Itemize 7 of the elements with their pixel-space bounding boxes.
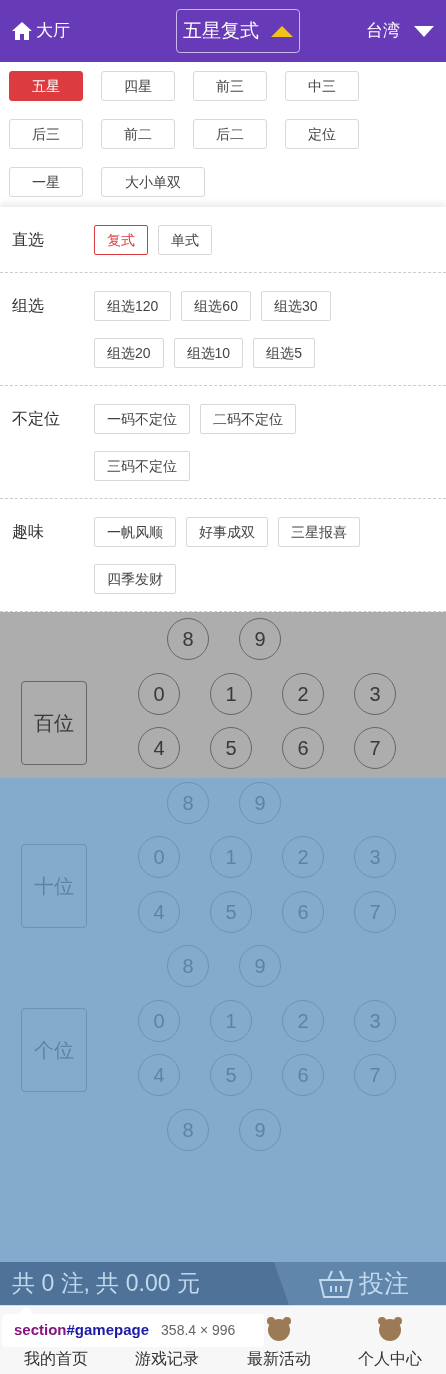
menu-group-label: 直选 (12, 230, 45, 250)
menu-group-label: 组选 (12, 296, 45, 316)
element-size: 358.4 × 996 (161, 1321, 236, 1340)
element-selector: section#gamepage (14, 1320, 150, 1341)
bet-summary: 共 0 注, 共 0.00 元 (11, 1269, 200, 1298)
menu-group-label: 趣味 (12, 522, 45, 542)
menu-group-label: 不定位 (12, 409, 61, 429)
